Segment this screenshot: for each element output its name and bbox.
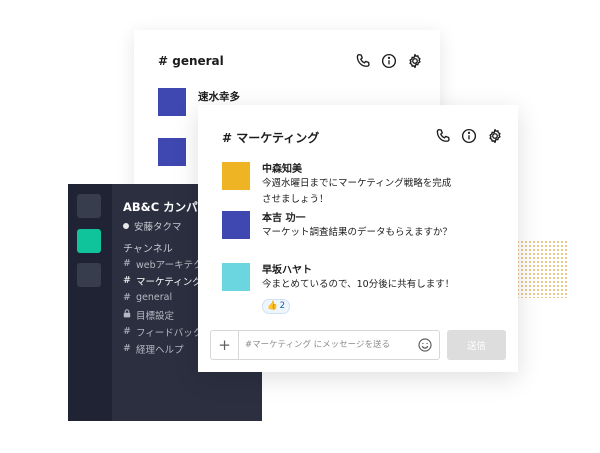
message-author[interactable]: 早坂ハヤト: [262, 264, 512, 277]
channel-label: 目標設定: [136, 310, 175, 322]
avatar[interactable]: [222, 211, 250, 239]
message-author[interactable]: 本吉 功一: [262, 212, 512, 225]
current-user: 安藤タクマ: [123, 219, 182, 233]
workspace-switcher-item[interactable]: [77, 194, 101, 218]
thumbs-up-icon: 👍: [267, 301, 278, 311]
message-composer: +: [210, 330, 440, 360]
message-text: させましょう！: [262, 194, 329, 205]
hash-icon: #: [123, 275, 131, 286]
channel-label: マーケティング: [136, 276, 202, 288]
channel-label: 経理ヘルプ: [136, 344, 184, 356]
channel-label: general: [136, 292, 173, 303]
message: 早坂ハヤト 今まとめているので、10分後に共有します！ 👍 2: [222, 263, 512, 314]
message: 中森知美 今週水曜日までにマーケティング戦略を完成 させましょう！: [222, 162, 512, 208]
message-text: 今まとめているので、10分後に共有します！: [262, 279, 455, 290]
info-icon[interactable]: [460, 127, 478, 145]
marketing-header: # マーケティング: [198, 105, 518, 167]
info-icon[interactable]: [380, 52, 398, 70]
workspace-switcher-item[interactable]: [77, 263, 101, 287]
gear-icon[interactable]: [406, 52, 424, 70]
hash-icon: #: [123, 326, 131, 337]
message: [158, 138, 186, 166]
workspace-switcher-item-active[interactable]: [77, 229, 101, 253]
avatar[interactable]: [158, 88, 186, 116]
reaction-chip[interactable]: 👍 2: [262, 298, 291, 314]
message-text: マーケット調査結果のデータもらえますか？: [262, 227, 453, 238]
message-body: 本吉 功一 マーケット調査結果のデータもらえますか？: [262, 211, 512, 241]
gear-icon[interactable]: [486, 127, 504, 145]
send-button[interactable]: 送信: [447, 330, 506, 360]
message: 本吉 功一 マーケット調査結果のデータもらえますか？: [222, 211, 512, 241]
user-name: 安藤タクマ: [134, 222, 182, 233]
hash-icon: #: [123, 343, 131, 354]
emoji-icon[interactable]: [416, 336, 434, 354]
message-input[interactable]: [239, 332, 416, 358]
avatar[interactable]: [222, 162, 250, 190]
general-header: # general: [134, 30, 440, 92]
presence-dot: [123, 223, 129, 229]
channel-title: # general: [158, 54, 224, 68]
reaction-count: 2: [279, 301, 286, 311]
phone-icon[interactable]: [434, 127, 452, 145]
attach-button[interactable]: +: [211, 331, 239, 359]
avatar[interactable]: [222, 263, 250, 291]
header-actions: [354, 52, 424, 70]
message-body: 早坂ハヤト 今まとめているので、10分後に共有します！ 👍 2: [262, 263, 512, 314]
channel-label: フィードバック: [136, 327, 203, 339]
message-author[interactable]: 中森知美: [262, 163, 512, 176]
channels-section-label[interactable]: チャンネル: [123, 240, 173, 255]
workspace-rail: [68, 184, 112, 421]
stage: # general 速水幸多 AB&C カンパニー 安藤タクマ チャンネル # …: [0, 0, 600, 453]
lock-icon: [123, 308, 131, 317]
channel-title: # マーケティング: [222, 131, 320, 145]
message-body: 中森知美 今週水曜日までにマーケティング戦略を完成 させましょう！: [262, 162, 512, 208]
header-actions: [434, 127, 504, 145]
lock-icon: [123, 308, 131, 321]
avatar[interactable]: [158, 138, 186, 166]
phone-icon[interactable]: [354, 52, 372, 70]
message-text: 今週水曜日までにマーケティング戦略を完成: [262, 178, 452, 189]
hash-icon: #: [123, 292, 131, 303]
marketing-channel-window: # マーケティング 中森知美 今週水曜日までにマーケティング戦略を完成 させまし…: [198, 105, 518, 372]
hash-icon: #: [123, 258, 131, 269]
